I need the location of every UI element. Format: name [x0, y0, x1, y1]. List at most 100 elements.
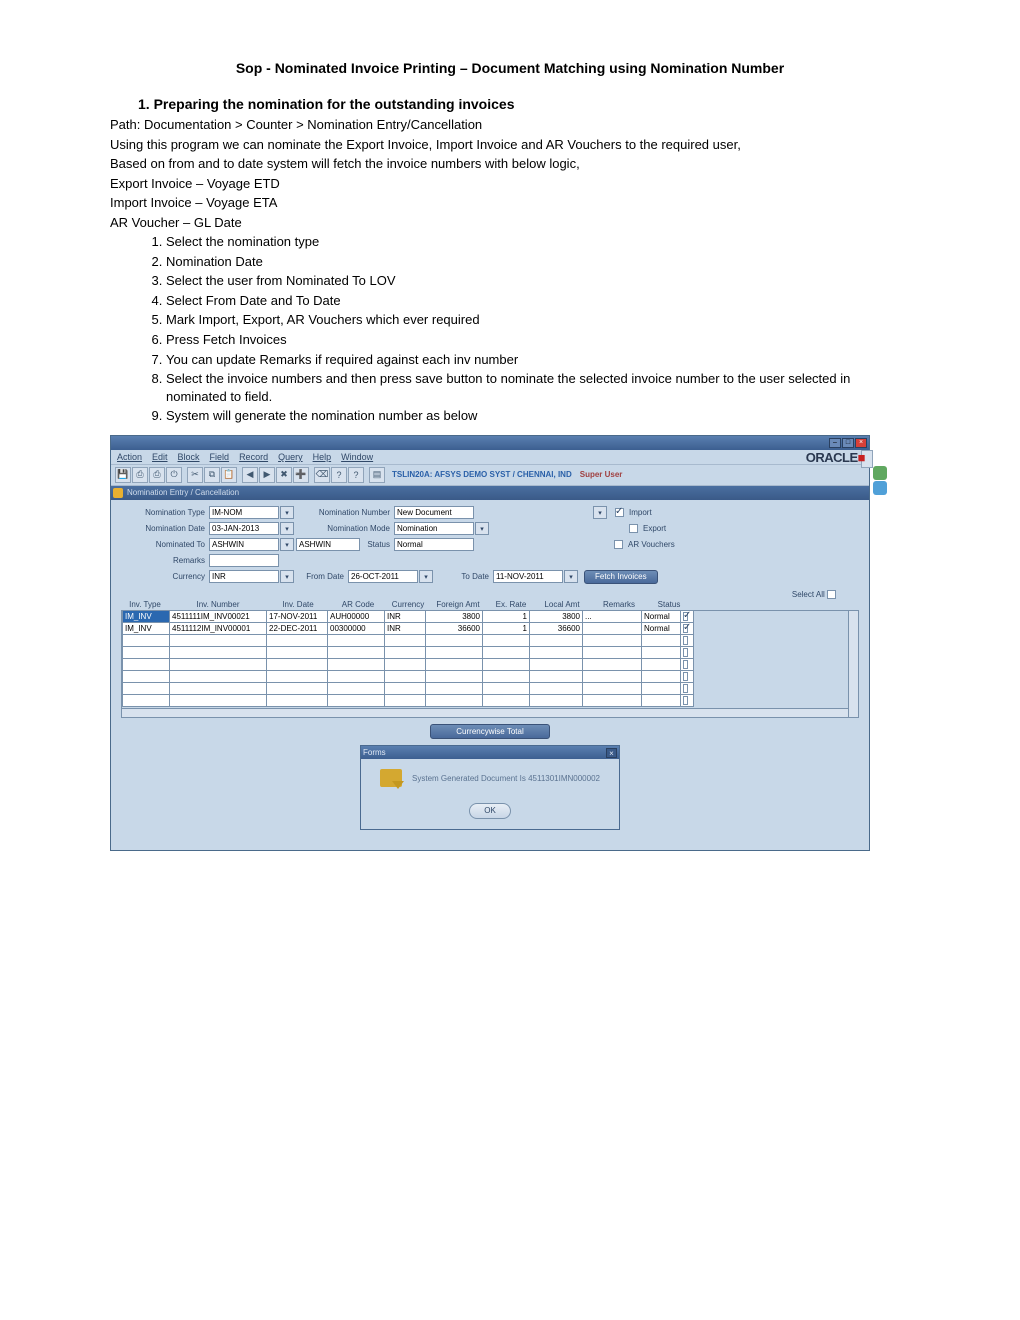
import-checkbox[interactable] [615, 508, 624, 517]
save-icon[interactable]: 💾 [115, 467, 131, 483]
cell-remarks[interactable]: ... [582, 611, 642, 623]
doc-title: Sop - Nominated Invoice Printing – Docum… [110, 60, 910, 76]
maximize-icon[interactable]: □ [842, 438, 854, 448]
menu-field[interactable]: Field [210, 452, 230, 462]
cell-local-amt[interactable]: 3800 [529, 611, 583, 623]
row-checkbox[interactable] [680, 623, 694, 635]
cell-inv-type[interactable]: IM_INV [122, 611, 170, 623]
section-heading: 1. Preparing the nomination for the outs… [138, 96, 910, 112]
col-ex-rate: Ex. Rate [487, 599, 535, 610]
help-icon[interactable]: ? [348, 467, 364, 483]
cell-foreign-amt[interactable]: 36600 [425, 623, 483, 635]
insert-icon[interactable]: ➕ [293, 467, 309, 483]
table-row[interactable] [122, 659, 858, 671]
cell-status[interactable]: Normal [641, 623, 681, 635]
lov-icon[interactable]: ▾ [593, 506, 607, 519]
menu-block[interactable]: Block [178, 452, 200, 462]
list-icon[interactable]: ▤ [369, 467, 385, 483]
vertical-scrollbar[interactable] [848, 611, 858, 717]
close-icon[interactable]: × [855, 438, 867, 448]
to-date-field[interactable]: 11-NOV-2011 [493, 570, 563, 583]
import-label: Import [629, 508, 652, 517]
lov-icon[interactable]: ▾ [564, 570, 578, 583]
exit-icon[interactable]: ⏻ [166, 467, 182, 483]
nom-to-label: Nominated To [121, 540, 209, 549]
clear-icon[interactable]: ⌫ [314, 467, 330, 483]
dialog-close-icon[interactable]: × [606, 748, 617, 758]
ok-button[interactable]: OK [469, 803, 511, 819]
nom-to-field[interactable]: ASHWIN [209, 538, 279, 551]
minimize-icon[interactable]: – [829, 438, 841, 448]
menu-record[interactable]: Record [239, 452, 268, 462]
col-foreign-amt: Foreign Amt [429, 599, 487, 610]
cell-inv-date[interactable]: 17-NOV-2011 [266, 611, 328, 623]
query-icon[interactable]: ? [331, 467, 347, 483]
delete-icon[interactable]: ✖ [276, 467, 292, 483]
col-currency: Currency [387, 599, 429, 610]
cell-remarks[interactable] [582, 623, 642, 635]
cell-ar-code[interactable]: 00300000 [327, 623, 385, 635]
cell-currency[interactable]: INR [384, 611, 426, 623]
remarks-field[interactable] [209, 554, 279, 567]
menu-edit[interactable]: Edit [152, 452, 168, 462]
side-strip [873, 466, 887, 496]
currency-label: Currency [121, 572, 209, 581]
nom-mode-field[interactable]: Nomination [394, 522, 474, 535]
print-icon[interactable]: ⎙ [132, 467, 148, 483]
copy-icon[interactable]: ⧉ [204, 467, 220, 483]
cell-ar-code[interactable]: AUH00000 [327, 611, 385, 623]
step-item: You can update Remarks if required again… [166, 351, 910, 369]
table-row[interactable]: IM_INV 4511111IM_INV00021 17-NOV-2011 AU… [122, 611, 858, 623]
export-checkbox[interactable] [629, 524, 638, 533]
table-row[interactable] [122, 683, 858, 695]
paste-icon[interactable]: 📋 [221, 467, 237, 483]
from-date-field[interactable]: 26-OCT-2011 [348, 570, 418, 583]
lov-icon[interactable]: ▾ [280, 570, 294, 583]
col-inv-number: Inv. Number [169, 599, 267, 610]
cell-local-amt[interactable]: 36600 [529, 623, 583, 635]
print-setup-icon[interactable]: ⎙ [149, 467, 165, 483]
currency-field[interactable]: INR [209, 570, 279, 583]
cell-ex-rate[interactable]: 1 [482, 623, 530, 635]
para1: Using this program we can nominate the E… [110, 136, 910, 154]
lov-icon[interactable]: ▾ [280, 538, 294, 551]
cell-inv-type[interactable]: IM_INV [122, 623, 170, 635]
nom-type-field[interactable]: IM-NOM [209, 506, 279, 519]
menu-window[interactable]: Window [341, 452, 373, 462]
cell-currency[interactable]: INR [384, 623, 426, 635]
nom-date-field[interactable]: 03-JAN-2013 [209, 522, 279, 535]
lov-icon[interactable]: ▾ [280, 522, 294, 535]
side-icon[interactable] [873, 466, 887, 480]
lov-icon[interactable]: ▾ [280, 506, 294, 519]
ar-checkbox[interactable] [614, 540, 623, 549]
cell-inv-number[interactable]: 4511112IM_INV00001 [169, 623, 267, 635]
table-row[interactable] [122, 695, 858, 707]
nom-number-field[interactable]: New Document [394, 506, 474, 519]
select-all-label: Select All [792, 590, 825, 599]
select-all-checkbox[interactable] [827, 590, 836, 599]
table-row[interactable] [122, 647, 858, 659]
menu-action[interactable]: Action [117, 452, 142, 462]
cell-inv-number[interactable]: 4511111IM_INV00021 [169, 611, 267, 623]
cell-status[interactable]: Normal [641, 611, 681, 623]
fetch-invoices-button[interactable]: Fetch Invoices [584, 570, 658, 584]
table-row[interactable] [122, 635, 858, 647]
ar-label: AR Vouchers [628, 540, 675, 549]
cell-foreign-amt[interactable]: 3800 [425, 611, 483, 623]
lov-icon[interactable]: ▾ [419, 570, 433, 583]
table-row[interactable] [122, 671, 858, 683]
step-item: Select From Date and To Date [166, 292, 910, 310]
cut-icon[interactable]: ✂ [187, 467, 203, 483]
dropdown-icon[interactable]: ▾ [475, 522, 489, 535]
form-area: Nomination Type IM-NOM ▾ Nomination Numb… [111, 500, 869, 850]
cell-inv-date[interactable]: 22-DEC-2011 [266, 623, 328, 635]
cell-ex-rate[interactable]: 1 [482, 611, 530, 623]
menu-query[interactable]: Query [278, 452, 303, 462]
prev-icon[interactable]: ◀ [242, 467, 258, 483]
next-icon[interactable]: ▶ [259, 467, 275, 483]
menu-help[interactable]: Help [313, 452, 332, 462]
horizontal-scrollbar[interactable] [122, 708, 848, 717]
currencywise-total-button[interactable]: Currencywise Total [430, 724, 550, 739]
side-icon[interactable] [873, 481, 887, 495]
table-row[interactable]: IM_INV 4511112IM_INV00001 22-DEC-2011 00… [122, 623, 858, 635]
